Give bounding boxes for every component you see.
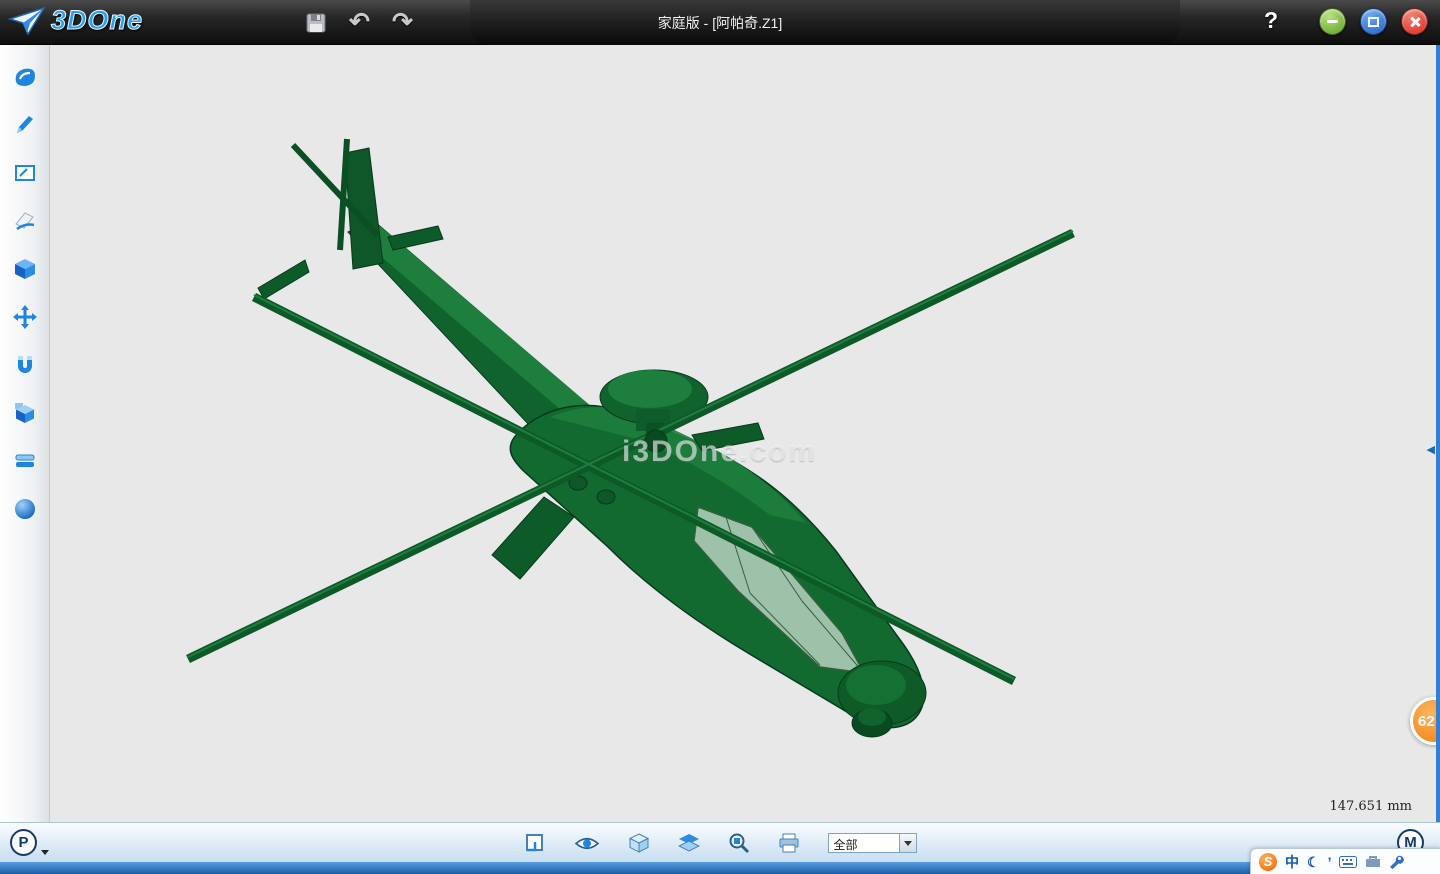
print-icon[interactable] (778, 833, 800, 853)
minimize-icon (1327, 20, 1338, 23)
toolbox-icon[interactable] (1365, 855, 1381, 868)
measurement-label: 147.651 mm (1329, 799, 1412, 814)
viewport-3d[interactable]: i3DOne.com 147.651 mm 62 ◀ (50, 45, 1440, 822)
window-controls (1319, 8, 1428, 35)
half-full-width-moon-icon[interactable]: ☾ (1307, 855, 1320, 869)
sogou-logo-icon[interactable]: S (1259, 853, 1277, 871)
app-logo-text: 3DOne (51, 5, 143, 36)
material-sphere-icon[interactable] (7, 491, 43, 526)
close-icon (1409, 16, 1421, 28)
zoom-window-icon[interactable] (728, 832, 750, 854)
maximize-icon (1368, 17, 1379, 27)
bottom-toolbar: P (0, 822, 1440, 862)
datum-plane-icon[interactable] (524, 832, 546, 854)
layers-icon[interactable] (678, 833, 700, 853)
main-area: i3DOne.com 147.651 mm 62 ◀ (0, 45, 1440, 822)
primitive-solid-icon[interactable] (7, 59, 43, 94)
undo-icon[interactable]: ↶ (349, 10, 370, 35)
filter-dropdown-arrow-icon[interactable] (899, 834, 916, 852)
maximize-button[interactable] (1360, 8, 1387, 35)
entity-filter-select[interactable]: 全部 (828, 833, 917, 853)
close-button[interactable] (1401, 8, 1428, 35)
left-toolbar (0, 45, 50, 822)
wrench-icon[interactable] (1389, 854, 1404, 869)
save-icon[interactable] (305, 12, 327, 34)
watermark: i3DOne.com (622, 435, 817, 469)
helicopter-model[interactable] (50, 45, 1440, 822)
help-icon[interactable]: ? (1264, 7, 1278, 34)
panel-collapse-arrow-icon[interactable]: ◀ (1427, 443, 1435, 456)
entity-filter-value: 全部 (829, 834, 899, 852)
section-layers-icon[interactable] (7, 443, 43, 478)
titlebar-band (470, 0, 1180, 45)
visibility-eye-icon[interactable] (574, 835, 600, 852)
display-mode-icon[interactable] (628, 832, 650, 854)
feature-cube-icon[interactable] (7, 251, 43, 286)
trim-tool-icon[interactable] (7, 203, 43, 238)
keyboard-icon[interactable] (1339, 856, 1357, 868)
punctuation-toggle-icon[interactable]: ’ (1328, 855, 1332, 869)
minimize-button[interactable] (1319, 8, 1346, 35)
ime-toolbar: S 中 ☾ ’ (1250, 848, 1440, 874)
app-window: 3DOne ↶ ↷ 家庭版 - [阿帕奇.Z1] ? (0, 0, 1440, 874)
move-transform-icon[interactable] (7, 299, 43, 334)
app-logo: 3DOne (8, 5, 143, 36)
titlebar: 3DOne ↶ ↷ 家庭版 - [阿帕奇.Z1] ? (0, 0, 1440, 45)
titlebar-quick-tools: ↶ ↷ (305, 0, 413, 45)
sketch-brush-icon[interactable] (7, 107, 43, 142)
taskbar-strip (0, 862, 1440, 874)
view-tools: 全部 (0, 823, 1440, 863)
right-panel-strip[interactable] (1436, 45, 1440, 822)
sketch-plane-icon[interactable] (7, 155, 43, 190)
magnet-constraint-icon[interactable] (7, 347, 43, 382)
ime-language-toggle[interactable]: 中 (1285, 855, 1299, 869)
paper-plane-icon (8, 6, 46, 36)
assembly-cube-icon[interactable] (7, 395, 43, 430)
redo-icon[interactable]: ↷ (392, 10, 413, 35)
